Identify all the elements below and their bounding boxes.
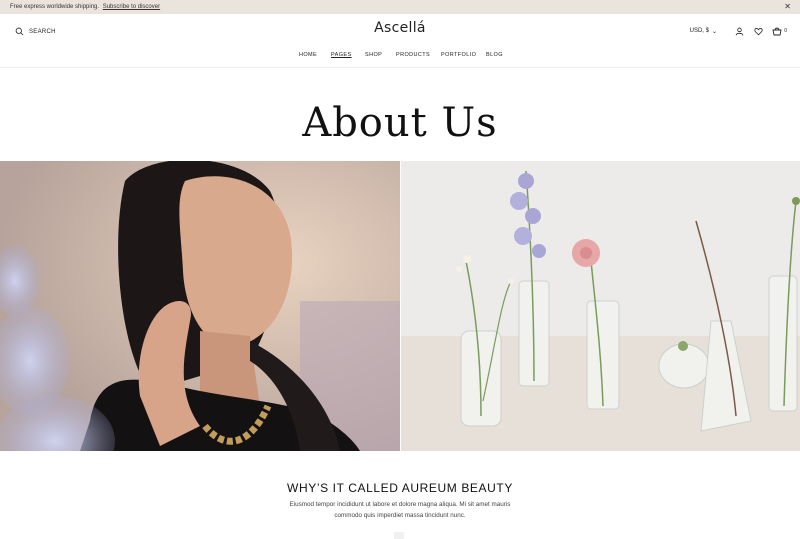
header-tools: USD, $ ⌄ 0 [690,26,787,36]
nav-item-products[interactable]: PRODUCTS [396,52,430,58]
page-title: About Us [302,100,498,146]
announcement-message-wrap: Free express worldwide shipping. Subscri… [10,0,160,14]
currency-selector[interactable]: USD, $ ⌄ [690,28,717,35]
nav-item-portfolio[interactable]: PORTFOLIO [441,52,476,58]
announcement-bar: Free express worldwide shipping. Subscri… [0,0,800,14]
woman-portrait-image [0,161,400,451]
site-header: SEARCH Ascellá USD, $ ⌄ 0 HOME PAGES SHO… [0,14,800,68]
cart-icon[interactable]: 0 [772,26,787,36]
heart-icon[interactable] [753,26,763,36]
announcement-message: Free express worldwide shipping. [10,4,100,10]
close-icon[interactable]: ✕ [784,0,791,14]
nav-item-pages[interactable]: PAGES [331,52,352,58]
user-icon[interactable] [734,26,744,36]
nav-item-shop[interactable]: SHOP [365,52,382,58]
nav-item-home[interactable]: HOME [299,52,317,58]
section-title: WHY’S IT CALLED AUREUM BEAUTY [287,481,513,495]
flowers-in-vases-image [401,161,800,451]
chevron-down-icon: ⌄ [711,28,717,35]
nav-item-blog[interactable]: BLOG [486,52,503,58]
currency-label: USD, $ [689,28,709,34]
cart-count: 0 [784,28,787,34]
logo[interactable]: Ascellá [0,20,800,36]
section-divider [394,532,404,539]
section-text: Eiusmod tempor incididunt ut labore et d… [289,501,511,519]
subscribe-link[interactable]: Subscribe to discover [103,4,160,10]
